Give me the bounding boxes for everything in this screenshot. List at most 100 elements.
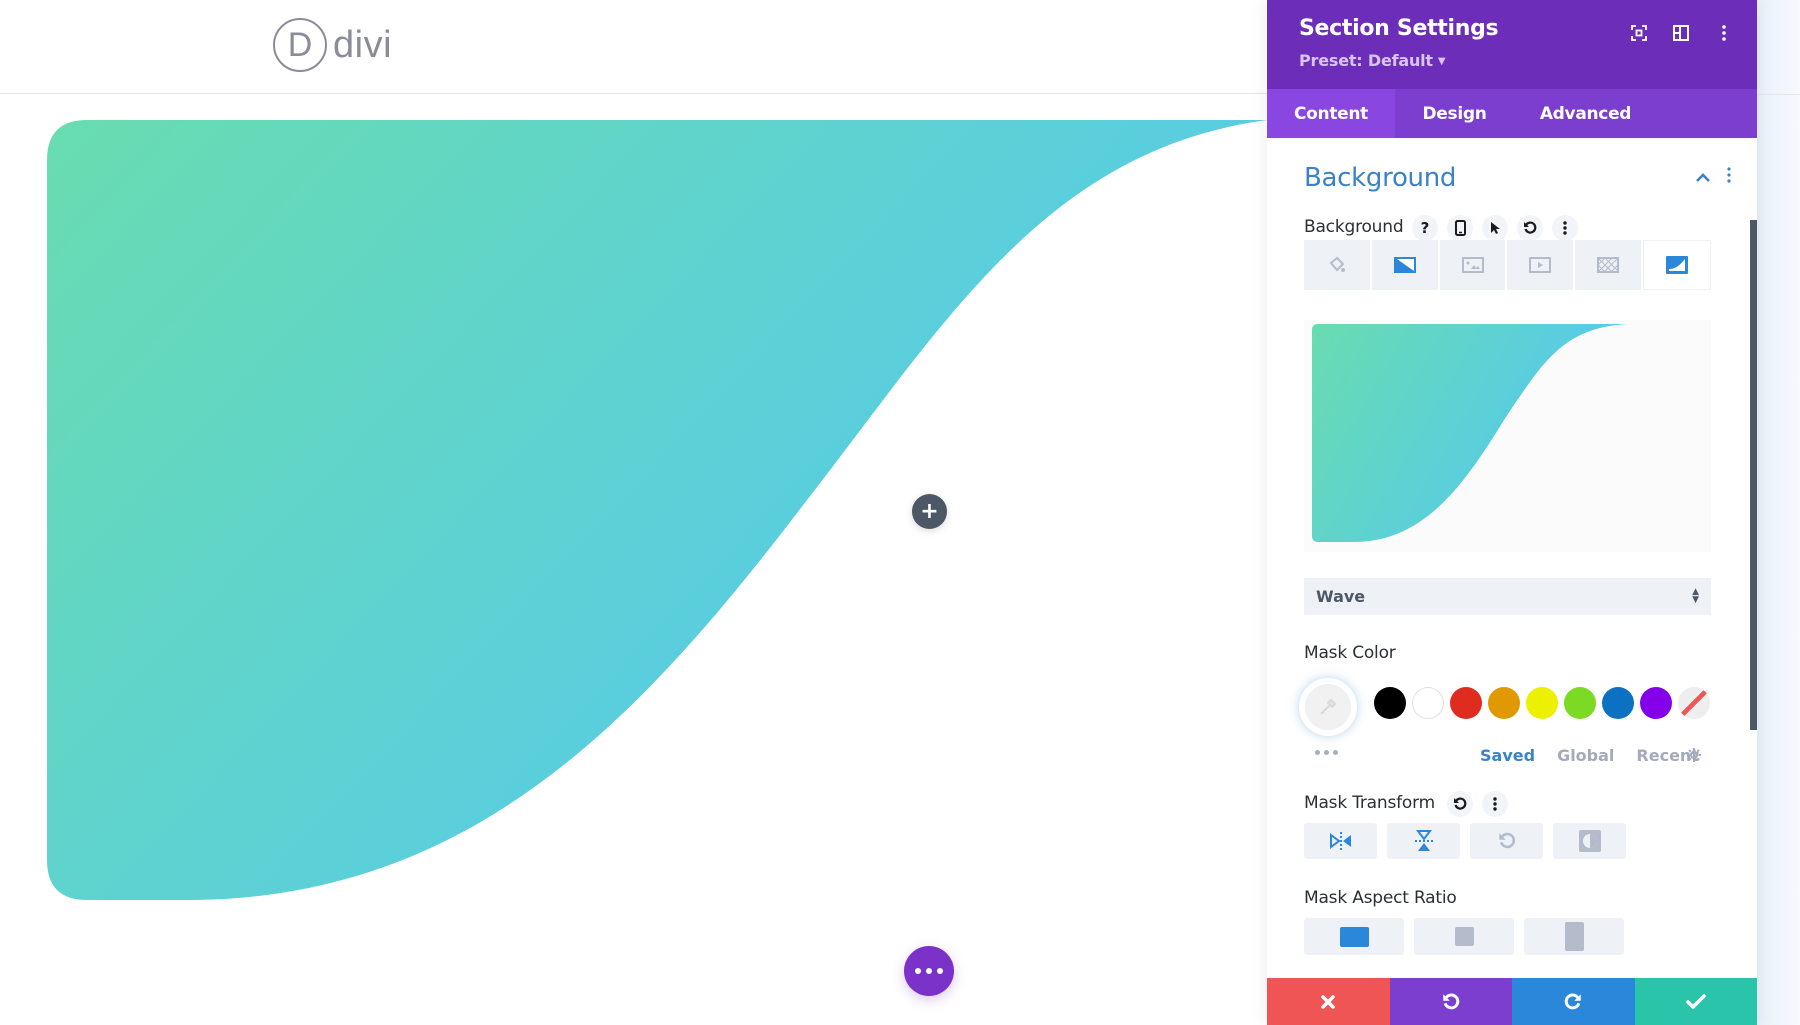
- bg-type-gradient[interactable]: [1371, 240, 1438, 290]
- tab-design[interactable]: Design: [1395, 89, 1514, 138]
- mask-transform-label: Mask Transform: [1304, 793, 1435, 813]
- check-icon: [1686, 993, 1706, 1009]
- logo-text: divi: [333, 23, 393, 66]
- palette-tabs: Saved Global Recent: [1480, 746, 1699, 765]
- mask-style-select[interactable]: Wave ▲ ▼: [1304, 578, 1711, 615]
- swatch-white[interactable]: [1412, 687, 1444, 719]
- flip-vertical-button[interactable]: [1387, 823, 1460, 859]
- palette-tab-saved[interactable]: Saved: [1480, 746, 1535, 765]
- invert-button[interactable]: [1553, 823, 1626, 859]
- swatch-red[interactable]: [1450, 687, 1482, 719]
- bg-type-pattern[interactable]: [1575, 240, 1642, 290]
- focus-icon[interactable]: [1628, 22, 1650, 44]
- color-swatches: [1374, 687, 1710, 719]
- undo-button[interactable]: [1389, 978, 1512, 1025]
- tab-content[interactable]: Content: [1267, 89, 1395, 138]
- invert-icon: [1578, 830, 1601, 852]
- flip-horizontal-button[interactable]: [1304, 823, 1377, 859]
- cancel-button[interactable]: [1267, 978, 1390, 1025]
- aspect-landscape-button[interactable]: [1304, 918, 1404, 955]
- landscape-icon: [1339, 926, 1369, 947]
- portrait-icon: [1564, 922, 1584, 951]
- preset-dropdown[interactable]: Preset: Default ▼: [1299, 51, 1446, 70]
- palette-tab-global[interactable]: Global: [1557, 746, 1614, 765]
- panel-footer: [1267, 978, 1757, 1025]
- wave-shape: [47, 120, 1267, 900]
- more-vertical-icon[interactable]: [1713, 22, 1735, 44]
- caret-down-icon: ▼: [1437, 56, 1446, 67]
- plus-icon: +: [920, 499, 939, 524]
- gear-icon[interactable]: [1686, 747, 1702, 767]
- eyedropper-icon: [1320, 698, 1337, 715]
- swatch-blue[interactable]: [1602, 687, 1634, 719]
- background-type-tabs: [1304, 240, 1711, 290]
- aspect-ratio-buttons: [1304, 918, 1624, 955]
- close-icon: [1321, 994, 1335, 1009]
- bg-type-image[interactable]: [1439, 240, 1506, 290]
- bg-type-mask[interactable]: [1643, 240, 1711, 290]
- redo-icon: [1564, 993, 1581, 1009]
- mask-color-label: Mask Color: [1304, 643, 1396, 663]
- ellipsis-dot: [915, 968, 921, 974]
- mask-style-value: Wave: [1316, 587, 1366, 606]
- flip-horizontal-icon: [1329, 832, 1351, 850]
- mobile-icon[interactable]: [1447, 215, 1473, 241]
- swatch-black[interactable]: [1374, 687, 1406, 719]
- pattern-icon: [1597, 257, 1620, 273]
- mask-aspect-ratio-label: Mask Aspect Ratio: [1304, 888, 1457, 908]
- add-row-button[interactable]: +: [912, 494, 947, 529]
- section-more-icon[interactable]: [1727, 167, 1731, 187]
- section-settings-panel: Section Settings Preset: Default ▼ Conten…: [1267, 0, 1757, 1025]
- paint-bucket-icon: [1329, 256, 1345, 272]
- reset-icon[interactable]: [1447, 791, 1473, 817]
- swatch-green[interactable]: [1564, 687, 1596, 719]
- mask-preview: [1304, 320, 1711, 552]
- panel-header[interactable]: Section Settings Preset: Default ▼: [1267, 0, 1757, 89]
- more-vertical-icon[interactable]: [1482, 791, 1508, 817]
- bg-type-video[interactable]: [1507, 240, 1574, 290]
- color-picker-button[interactable]: [1299, 678, 1357, 736]
- mask-transform-buttons: [1304, 823, 1626, 859]
- mask-icon: [1666, 256, 1689, 274]
- ellipsis-dot: [926, 968, 932, 974]
- chevron-up-icon[interactable]: [1695, 168, 1711, 187]
- page-settings-button[interactable]: [904, 946, 954, 996]
- reset-icon[interactable]: [1517, 215, 1543, 241]
- rotate-icon: [1498, 832, 1515, 849]
- section-title-background[interactable]: Background: [1304, 163, 1456, 193]
- panel-title: Section Settings: [1299, 16, 1499, 41]
- select-arrows-icon: ▲ ▼: [1692, 587, 1699, 605]
- panel-tabs: Content Design Advanced: [1267, 89, 1757, 138]
- swatch-orange[interactable]: [1488, 687, 1520, 719]
- square-icon: [1454, 927, 1474, 946]
- video-icon: [1529, 257, 1552, 273]
- bg-type-color[interactable]: [1304, 240, 1370, 290]
- section-wave-background[interactable]: [47, 120, 1347, 900]
- redo-button[interactable]: [1512, 978, 1635, 1025]
- undo-icon: [1443, 993, 1460, 1009]
- help-icon[interactable]: ?: [1412, 215, 1438, 241]
- page: D divi + Section Settings Preset: Defaul…: [0, 0, 1800, 1025]
- aspect-square-button[interactable]: [1414, 918, 1514, 955]
- tab-advanced[interactable]: Advanced: [1514, 89, 1657, 138]
- swatch-transparent[interactable]: [1678, 687, 1710, 719]
- page-right-gutter: [1757, 0, 1800, 1025]
- preset-label: Preset: Default: [1299, 51, 1433, 70]
- rotate-button[interactable]: [1470, 823, 1543, 859]
- swatch-purple[interactable]: [1640, 687, 1672, 719]
- split-view-icon[interactable]: [1670, 22, 1692, 44]
- aspect-portrait-button[interactable]: [1524, 918, 1624, 955]
- gradient-icon: [1393, 257, 1416, 273]
- panel-scrollbar[interactable]: [1750, 220, 1757, 730]
- panel-body: Background Background ? Wave ▲ ▼ Mask Co…: [1267, 138, 1757, 978]
- more-colors-icon[interactable]: [1315, 750, 1338, 755]
- background-field-label: Background: [1304, 217, 1404, 237]
- hover-cursor-icon[interactable]: [1482, 215, 1508, 241]
- swatch-yellow[interactable]: [1526, 687, 1558, 719]
- image-icon: [1461, 257, 1484, 273]
- save-button[interactable]: [1634, 978, 1757, 1025]
- more-vertical-icon[interactable]: [1552, 215, 1578, 241]
- flip-vertical-icon: [1414, 830, 1433, 851]
- logo-mark: D: [273, 18, 327, 72]
- divi-logo[interactable]: D divi: [273, 18, 392, 72]
